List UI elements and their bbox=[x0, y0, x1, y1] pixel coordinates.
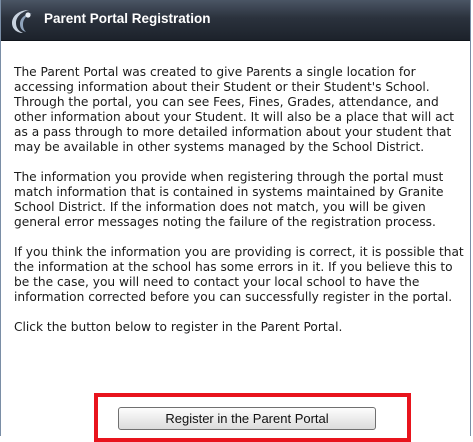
instruction-paragraph: Click the button below to register in th… bbox=[14, 320, 343, 334]
page-title: Parent Portal Registration bbox=[44, 11, 211, 26]
matching-info-paragraph: The information you provide when registe… bbox=[14, 170, 444, 229]
register-button[interactable]: Register in the Parent Portal bbox=[118, 407, 376, 430]
school-district-logo-icon bbox=[7, 6, 37, 36]
registration-panel: Parent Portal Registration The Parent Po… bbox=[0, 0, 471, 442]
intro-paragraph: The Parent Portal was created to give Pa… bbox=[14, 65, 455, 154]
correction-paragraph: If you think the information you are pro… bbox=[14, 245, 464, 304]
panel-titlebar: Parent Portal Registration bbox=[1, 0, 470, 41]
portal-description: The Parent Portal was created to give Pa… bbox=[14, 65, 466, 350]
